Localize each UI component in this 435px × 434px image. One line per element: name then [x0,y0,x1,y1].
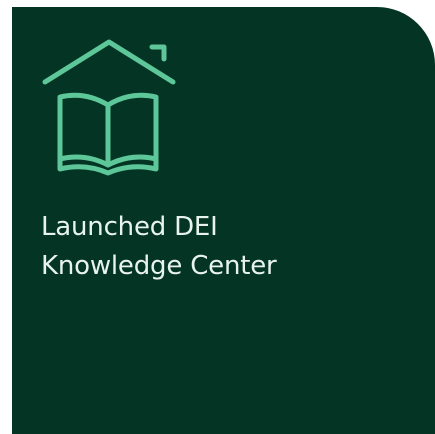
card-title-line-2: Knowledge Center [41,251,277,281]
house-book-icon [42,39,176,176]
feature-card: Launched DEI Knowledge Center [12,7,435,434]
card-title: Launched DEI Knowledge Center [41,208,421,286]
card-title-line-1: Launched DEI [41,212,218,242]
